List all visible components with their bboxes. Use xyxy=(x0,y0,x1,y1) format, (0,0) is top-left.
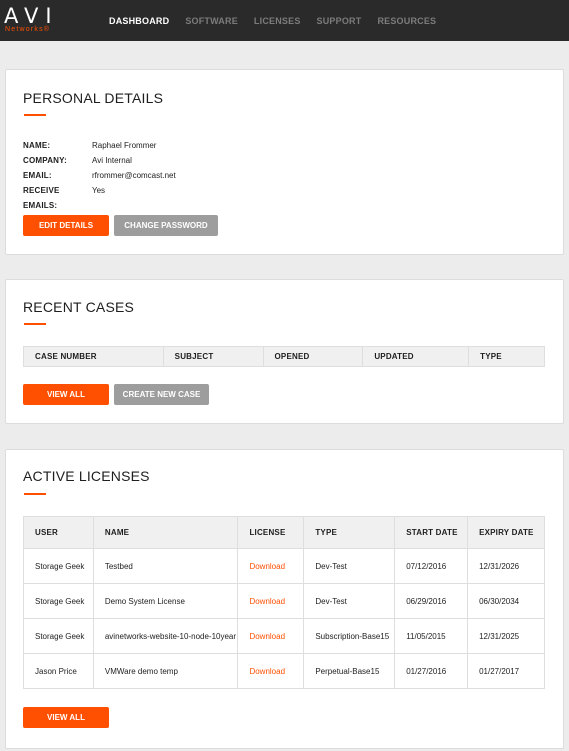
cell-expiry-date: 12/31/2026 xyxy=(467,548,545,584)
detail-row-email: EMAIL: rfrommer@comcast.net xyxy=(23,168,176,183)
detail-row-receive-emails-cont: EMAILS: xyxy=(23,198,176,213)
column-header[interactable]: UPDATED xyxy=(362,346,470,367)
detail-label: COMPANY: xyxy=(23,156,67,165)
cell-name: VMWare demo temp xyxy=(92,653,239,689)
recent-cases-title: RECENT CASES xyxy=(23,299,135,315)
cell-start-date: 11/05/2015 xyxy=(394,618,469,654)
cell-start-date: 01/27/2016 xyxy=(394,653,469,689)
column-header[interactable]: START DATE xyxy=(394,516,469,549)
detail-label: NAME: xyxy=(23,141,51,150)
detail-value: Yes xyxy=(92,186,106,195)
create-new-case-button[interactable]: CREATE NEW CASE xyxy=(114,384,209,405)
cell-start-date: 06/29/2016 xyxy=(394,583,469,619)
nav-resources[interactable]: RESOURCES xyxy=(377,15,436,27)
detail-label: RECEIVE xyxy=(23,186,60,195)
download-link[interactable]: Download xyxy=(237,583,305,619)
download-link[interactable]: Download xyxy=(237,653,305,689)
detail-row-company: COMPANY: Avi Internal xyxy=(23,153,176,168)
column-header[interactable]: USER xyxy=(23,516,94,549)
column-header[interactable]: TYPE xyxy=(468,346,545,367)
table-row: Storage Geek Demo System License Downloa… xyxy=(23,583,545,619)
column-header[interactable]: EXPIRY DATE xyxy=(467,516,545,549)
download-link[interactable]: Download xyxy=(237,548,305,584)
personal-details-list: NAME: Raphael Frommer COMPANY: Avi Inter… xyxy=(23,138,176,213)
recent-cases-table: CASE NUMBER SUBJECT OPENED UPDATED TYPE xyxy=(23,346,545,367)
table-header-row: CASE NUMBER SUBJECT OPENED UPDATED TYPE xyxy=(23,346,545,367)
avi-networks-logo[interactable]: AVI Networks® xyxy=(4,5,64,37)
title-underline xyxy=(24,114,46,116)
cell-start-date: 07/12/2016 xyxy=(394,548,469,584)
title-underline xyxy=(24,323,46,325)
cell-expiry-date: 01/27/2017 xyxy=(467,653,545,689)
personal-details-panel: PERSONAL DETAILS NAME: Raphael Frommer C… xyxy=(5,69,564,255)
title-underline xyxy=(24,493,46,495)
edit-details-button[interactable]: EDIT DETAILS xyxy=(23,215,109,236)
column-header[interactable]: SUBJECT xyxy=(162,346,264,367)
detail-label: EMAILS: xyxy=(23,201,58,210)
cell-expiry-date: 06/30/2034 xyxy=(467,583,545,619)
nav-software[interactable]: SOFTWARE xyxy=(185,15,238,27)
column-header[interactable]: LICENSE xyxy=(237,516,305,549)
detail-value: rfrommer@comcast.net xyxy=(92,171,176,180)
change-password-button[interactable]: CHANGE PASSWORD xyxy=(114,215,218,236)
detail-value: Avi Internal xyxy=(92,156,132,165)
cell-name: Demo System License xyxy=(92,583,239,619)
column-header[interactable]: CASE NUMBER xyxy=(23,346,164,367)
detail-row-name: NAME: Raphael Frommer xyxy=(23,138,176,153)
top-navbar: AVI Networks® DASHBOARD SOFTWARE LICENSE… xyxy=(0,0,569,41)
table-row: Jason Price VMWare demo temp Download Pe… xyxy=(23,653,545,689)
active-licenses-table: USER NAME LICENSE TYPE START DATE EXPIRY… xyxy=(23,516,545,689)
nav-dashboard[interactable]: DASHBOARD xyxy=(109,15,169,27)
personal-details-title: PERSONAL DETAILS xyxy=(23,90,164,106)
table-row: Storage Geek Testbed Download Dev-Test 0… xyxy=(23,548,545,584)
table-row: Storage Geek avinetworks-website-10-node… xyxy=(23,618,545,654)
cell-user: Jason Price xyxy=(23,653,94,689)
table-header-row: USER NAME LICENSE TYPE START DATE EXPIRY… xyxy=(23,516,545,549)
cell-type: Subscription-Base15 xyxy=(303,618,396,654)
cell-type: Dev-Test xyxy=(303,583,396,619)
column-header[interactable]: NAME xyxy=(92,516,239,549)
recent-cases-panel: RECENT CASES CASE NUMBER SUBJECT OPENED … xyxy=(5,279,564,424)
cell-user: Storage Geek xyxy=(23,618,94,654)
logo-subtext: Networks® xyxy=(5,26,51,33)
main-nav: DASHBOARD SOFTWARE LICENSES SUPPORT RESO… xyxy=(109,15,452,27)
view-all-cases-button[interactable]: VIEW ALL xyxy=(23,384,109,405)
view-all-licenses-button[interactable]: VIEW ALL xyxy=(23,707,109,728)
logo-text: AVI xyxy=(4,4,59,28)
cell-expiry-date: 12/31/2025 xyxy=(467,618,545,654)
detail-row-receive-emails: RECEIVE Yes xyxy=(23,183,176,198)
detail-value: Raphael Frommer xyxy=(92,141,157,150)
column-header[interactable]: OPENED xyxy=(262,346,364,367)
nav-support[interactable]: SUPPORT xyxy=(317,15,362,27)
cell-type: Perpetual-Base15 xyxy=(303,653,396,689)
active-licenses-panel: ACTIVE LICENSES USER NAME LICENSE TYPE S… xyxy=(5,449,564,749)
cell-user: Storage Geek xyxy=(23,583,94,619)
column-header[interactable]: TYPE xyxy=(303,516,396,549)
cell-type: Dev-Test xyxy=(303,548,396,584)
cell-name: Testbed xyxy=(92,548,239,584)
active-licenses-title: ACTIVE LICENSES xyxy=(23,468,150,484)
cell-name: avinetworks-website-10-node-10year xyxy=(92,618,239,654)
nav-licenses[interactable]: LICENSES xyxy=(254,15,301,27)
cell-user: Storage Geek xyxy=(23,548,94,584)
detail-label: EMAIL: xyxy=(23,171,52,180)
download-link[interactable]: Download xyxy=(237,618,305,654)
